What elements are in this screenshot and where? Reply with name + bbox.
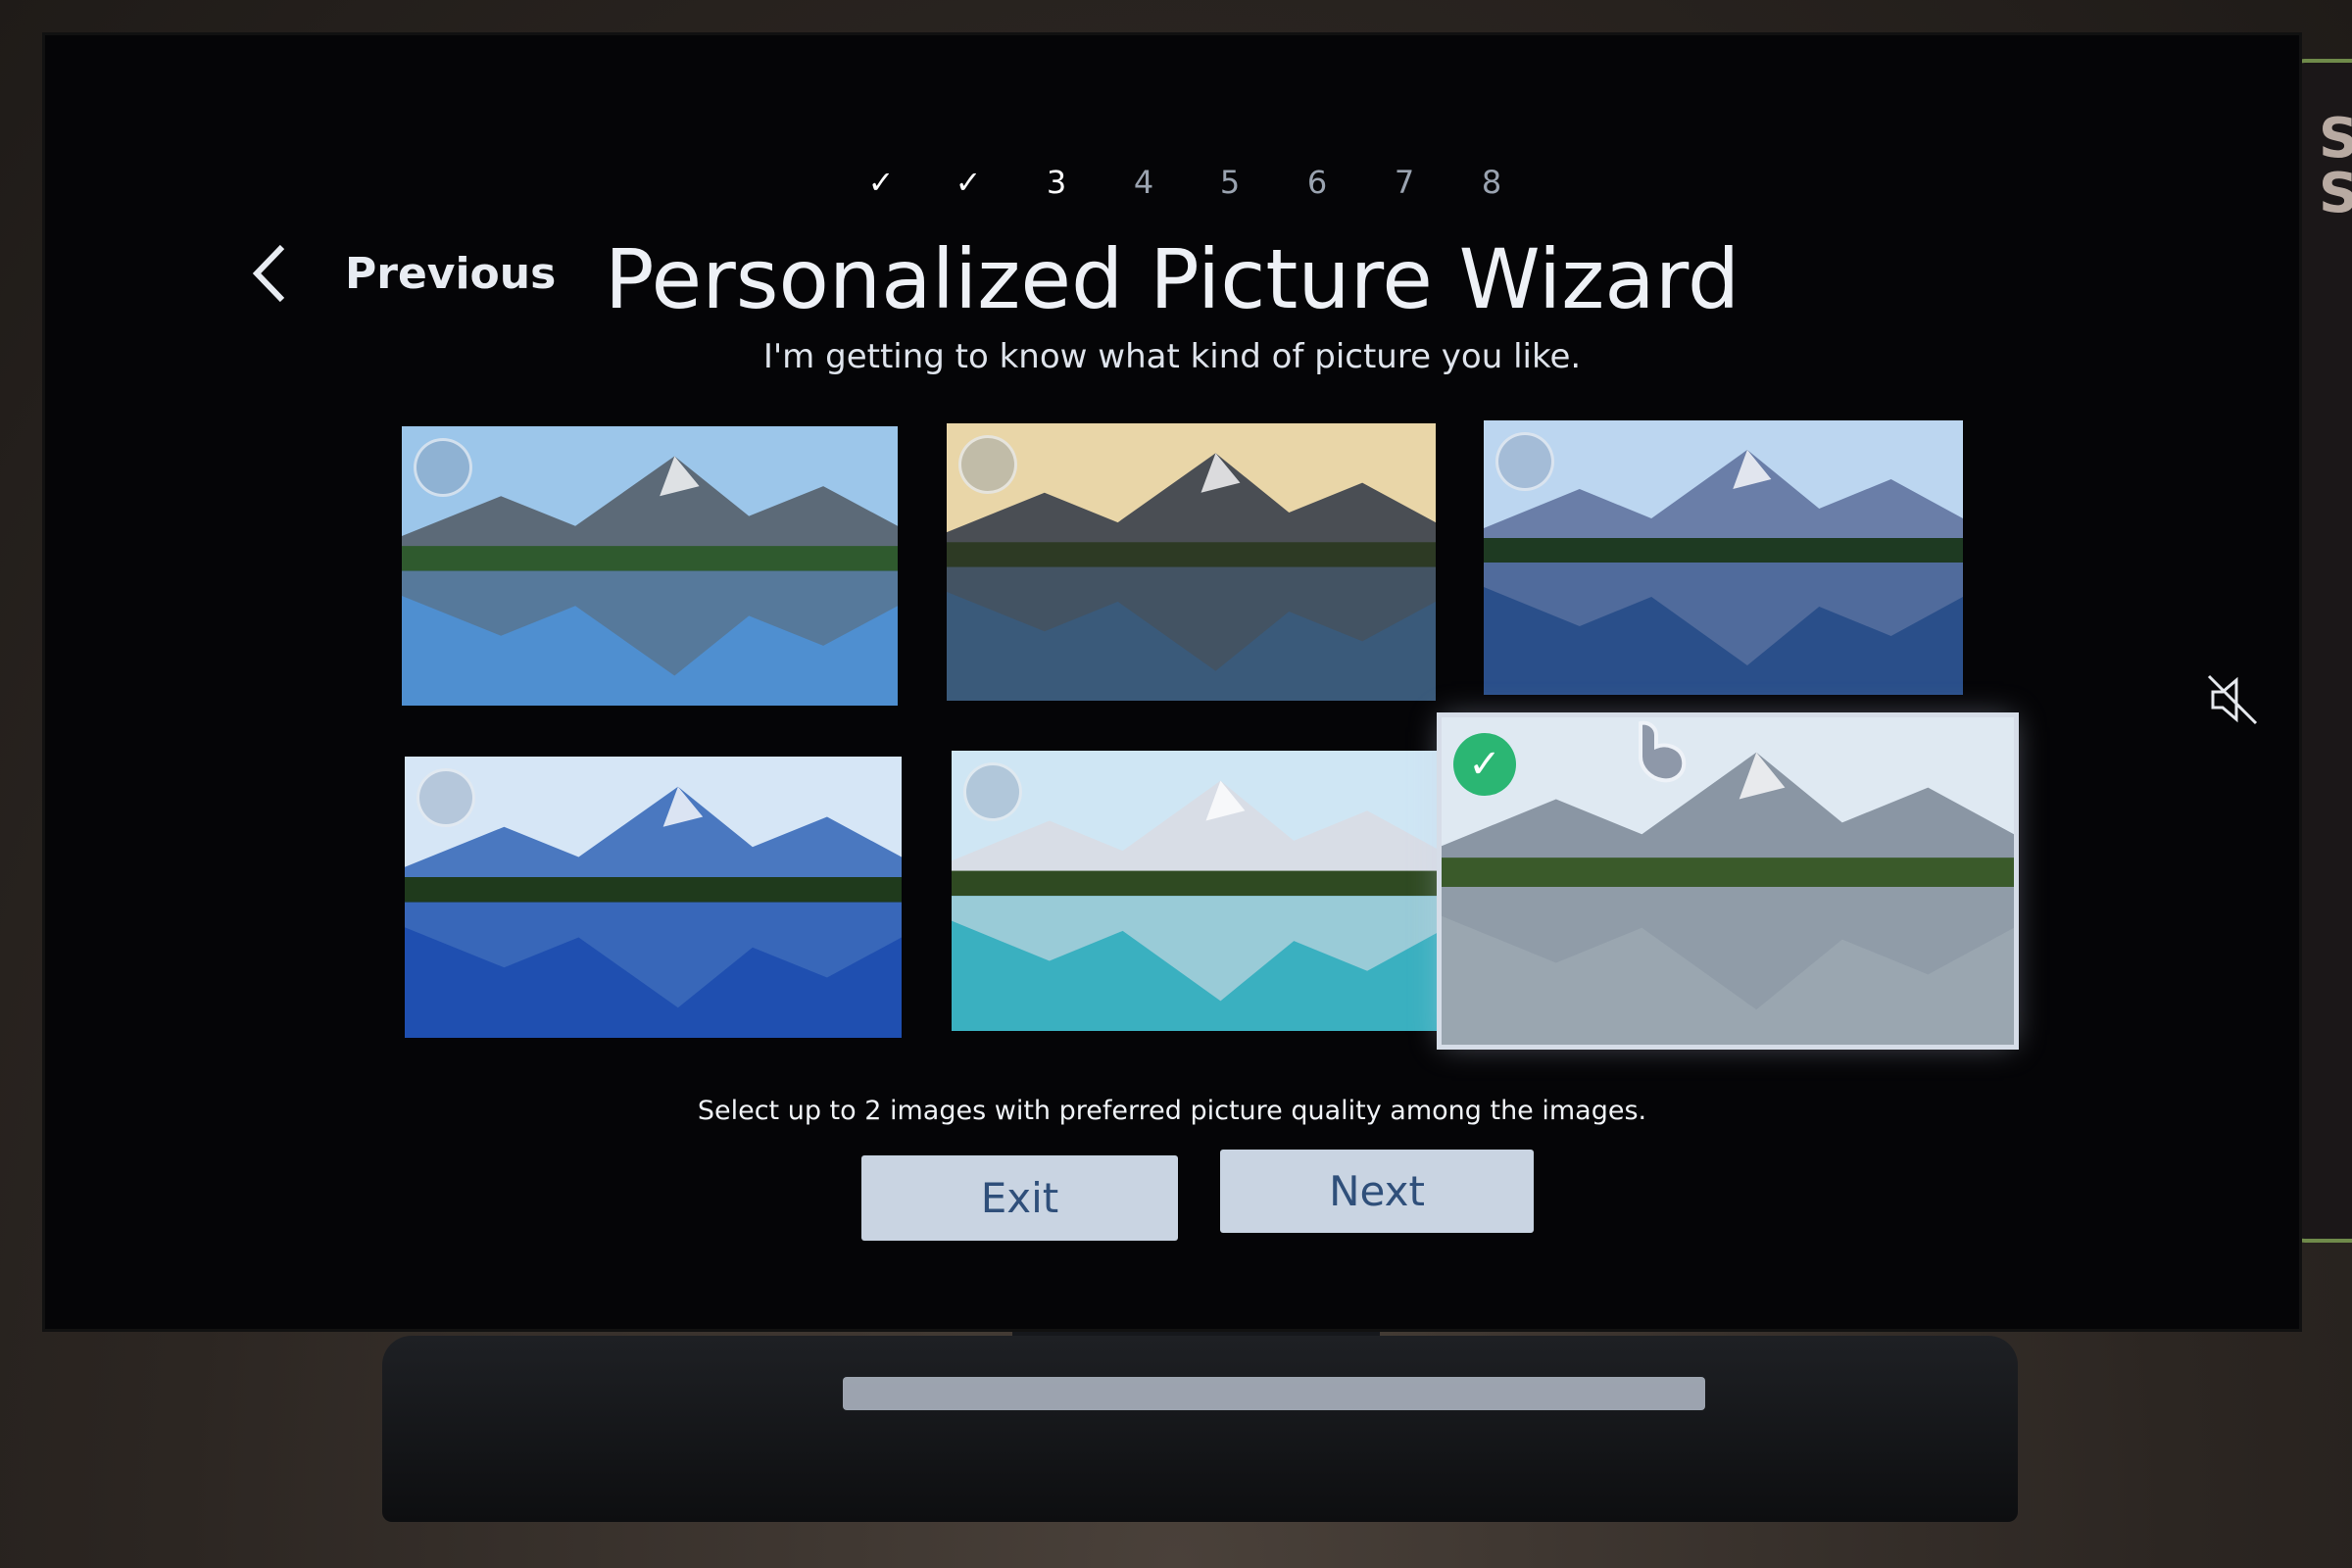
landscape-image — [405, 757, 902, 1038]
step-1: ✓ — [867, 164, 895, 201]
picture-option-1[interactable] — [402, 426, 898, 706]
page-title: Personalized Picture Wizard — [604, 231, 1740, 327]
unselected-radio-icon[interactable] — [963, 762, 1022, 821]
exit-button[interactable]: Exit — [861, 1155, 1178, 1241]
step-3: 3 — [1046, 164, 1067, 201]
unselected-radio-icon[interactable] — [416, 768, 475, 827]
page-subtitle: I'm getting to know what kind of picture… — [762, 337, 1582, 376]
landscape-image — [1442, 717, 2014, 1045]
step-7: 7 — [1394, 164, 1415, 201]
instruction-text: Select up to 2 images with preferred pic… — [697, 1096, 1647, 1126]
picture-option-3[interactable] — [1484, 420, 1963, 695]
soundbar-label — [843, 1377, 1705, 1410]
speaker-muted-icon — [2207, 674, 2258, 725]
picture-option-6[interactable]: ✓ — [1437, 712, 2019, 1050]
selected-check-icon: ✓ — [1453, 733, 1516, 796]
picture-option-4[interactable] — [405, 757, 902, 1038]
step-8: 8 — [1481, 164, 1502, 201]
landscape-image — [1484, 420, 1963, 695]
landscape-image — [952, 751, 1441, 1031]
step-4: 4 — [1133, 164, 1154, 201]
picture-option-2[interactable] — [947, 423, 1436, 701]
step-5: 5 — [1219, 164, 1241, 201]
pointer-hand-icon — [1639, 720, 1687, 783]
soundbar — [382, 1336, 2018, 1522]
picture-option-5[interactable] — [952, 751, 1441, 1031]
unselected-radio-icon[interactable] — [414, 438, 472, 497]
unselected-radio-icon[interactable] — [958, 435, 1017, 494]
landscape-image — [947, 423, 1436, 701]
next-button[interactable]: Next — [1220, 1150, 1534, 1233]
landscape-image — [402, 426, 898, 706]
tv-screen: ✓ ✓ 3 4 5 6 7 8 Previous Personalized Pi… — [45, 35, 2299, 1329]
unselected-radio-icon[interactable] — [1495, 432, 1554, 491]
step-6: 6 — [1306, 164, 1328, 201]
step-2: ✓ — [955, 164, 982, 201]
